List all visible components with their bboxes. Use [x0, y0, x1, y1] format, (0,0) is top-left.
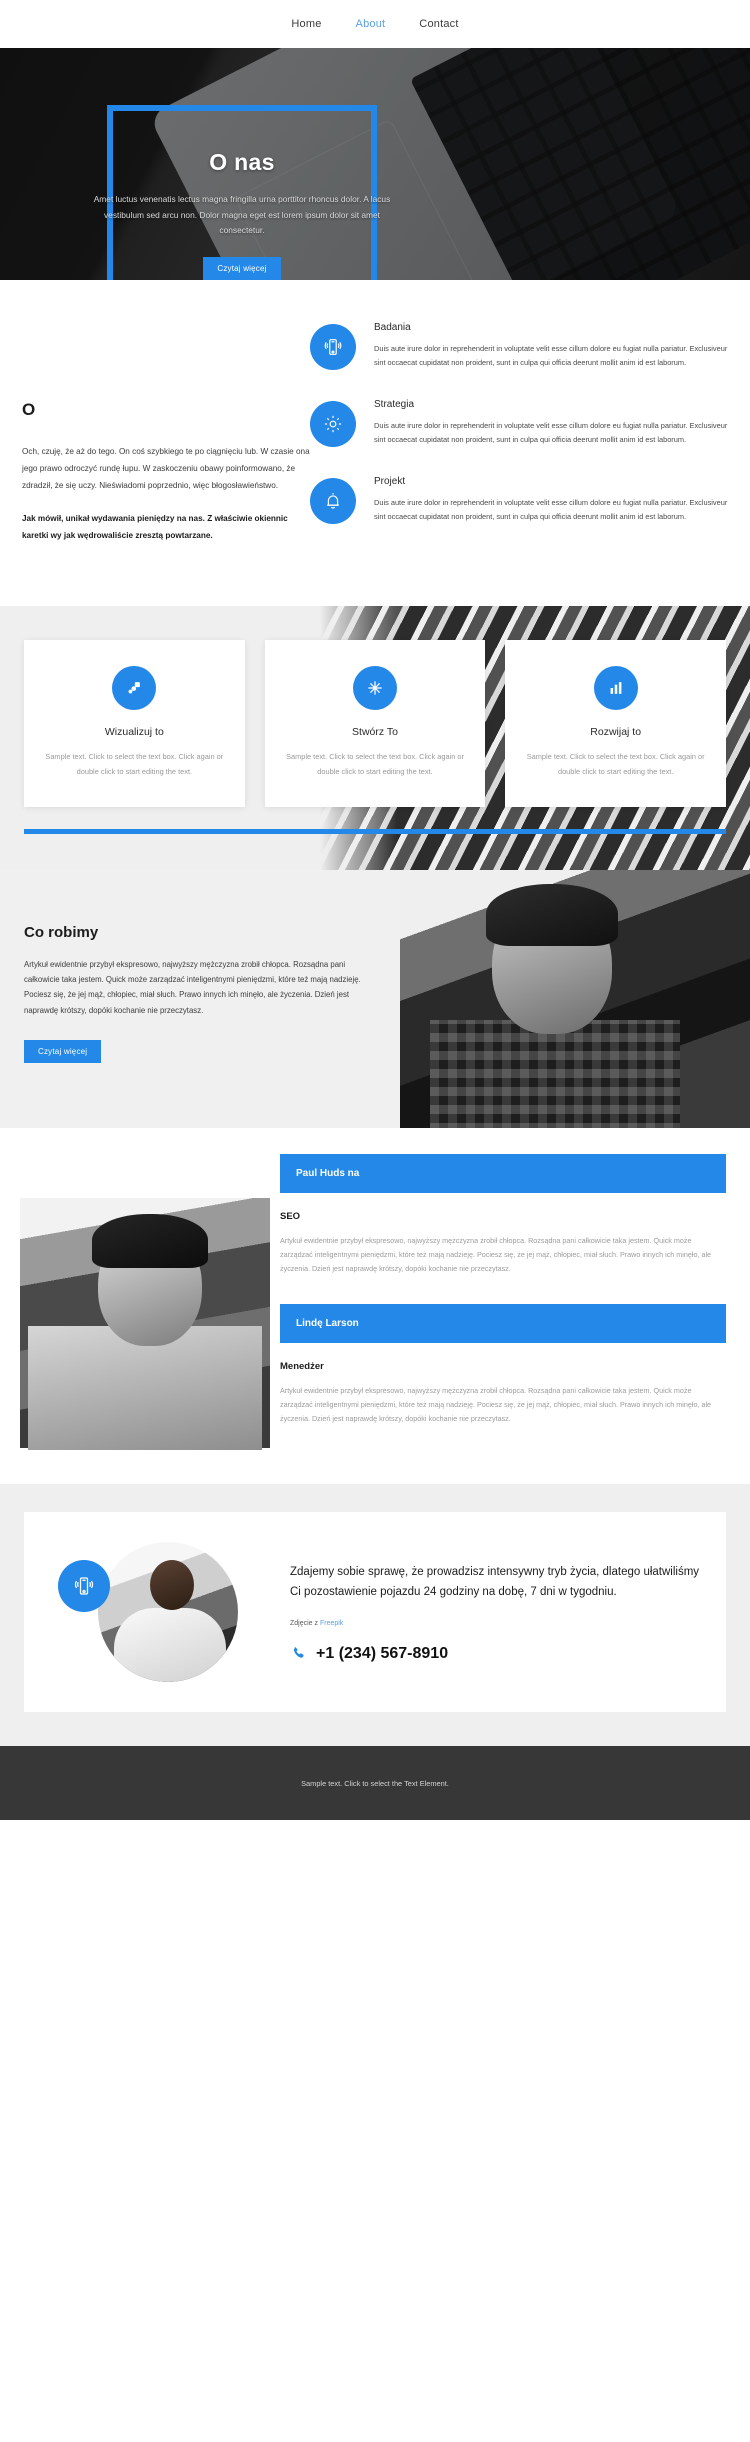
nav-link-home[interactable]: Home: [291, 18, 321, 30]
team-members-column: Paul Huds na SEO Artykuł ewidentnie przy…: [280, 1153, 750, 1454]
team-member-name[interactable]: Lindę Larson: [280, 1304, 726, 1344]
features-column: Badania Duis aute irure dolor in reprehe…: [310, 322, 750, 562]
card-title: Stwórz To: [352, 726, 398, 739]
team-member-role: Menedżer: [280, 1361, 324, 1373]
mobile-signal-icon: [310, 324, 356, 370]
cta-text: Zdajemy sobie sprawę, że prowadzisz inte…: [290, 1565, 700, 1598]
what-we-do-title: Co robimy: [24, 923, 99, 941]
compass-icon: [353, 666, 397, 711]
cta-credit-prefix: Zdjęcie z: [290, 1619, 320, 1627]
feature-text: Duis aute irure dolor in reprehenderit i…: [374, 420, 728, 445]
layers-icon: [112, 666, 157, 711]
what-we-do-section: Co robimy Artykuł ewidentnie przybył eks…: [0, 869, 750, 1128]
team-photo-column: [0, 1154, 280, 1454]
cta-phone-number: +1 (234) 567-8910: [316, 1644, 449, 1662]
cards-accent-underline: [24, 828, 726, 834]
card-text: Sample text. Click to select the text bo…: [286, 752, 464, 776]
hero-read-more-button[interactable]: Czytaj więcej: [203, 256, 281, 280]
about-heading: O: [22, 400, 36, 419]
about-paragraph-2: Jak mówił, unikał wydawania pieniędzy na…: [22, 514, 288, 541]
cta-card: Zdajemy sobie sprawę, że prowadzisz inte…: [24, 1512, 726, 1713]
card-text: Sample text. Click to select the text bo…: [45, 752, 224, 776]
what-we-do-read-more-button[interactable]: Czytaj więcej: [24, 1039, 102, 1063]
card-title: Rozwijaj to: [590, 726, 642, 739]
feature-title: Projekt: [374, 475, 406, 487]
cta-credit-link[interactable]: Freepik: [320, 1620, 343, 1627]
beanie-hat-graphic: [92, 1213, 208, 1268]
card-text: Sample text. Click to select the text bo…: [526, 752, 705, 776]
cta-media: [42, 1538, 272, 1686]
cta-phone-row[interactable]: +1 (234) 567-8910: [290, 1645, 700, 1663]
hero-content: O nas Amet luctus venenatis lectus magna…: [94, 111, 390, 280]
feature-body: Strategia Duis aute irure dolor in repre…: [374, 399, 728, 448]
feature-item-strategia: Strategia Duis aute irure dolor in repre…: [310, 399, 728, 448]
smiling-man-photo: [20, 1197, 270, 1450]
bell-icon: [310, 477, 356, 524]
cards-row: Wizualizuj to Sample text. Click to sele…: [0, 640, 750, 807]
plaid-shirt-graphic: [430, 1019, 680, 1128]
card-wizualizuj[interactable]: Wizualizuj to Sample text. Click to sele…: [24, 640, 245, 807]
feature-text: Duis aute irure dolor in reprehenderit i…: [374, 344, 728, 368]
feature-title: Strategia: [374, 398, 415, 410]
feature-text: Duis aute irure dolor in reprehenderit i…: [374, 497, 728, 522]
cta-photo-credit: Zdjęcie z Freepik: [290, 1620, 700, 1627]
team-member-name[interactable]: Paul Huds na: [280, 1153, 726, 1193]
bar-chart-icon: [593, 666, 638, 711]
cta-section: Zdajemy sobie sprawę, że prowadzisz inte…: [0, 1484, 750, 1747]
hero-section: O nas Amet luctus venenatis lectus magna…: [0, 48, 750, 280]
nav-link-about[interactable]: About: [356, 18, 386, 30]
hero-title: O nas: [209, 149, 275, 175]
person-head-graphic: [150, 1560, 194, 1611]
about-text-column: O Och, czuję, że aż do tego. On coś szyb…: [0, 322, 310, 562]
team-member-text: Artykuł ewidentnie przybył ekspresowo, n…: [280, 1386, 712, 1424]
bearded-man-photo: [400, 869, 750, 1128]
feature-item-projekt: Projekt Duis aute irure dolor in reprehe…: [310, 476, 728, 525]
team-member-text: Artykuł ewidentnie przybył ekspresowo, n…: [280, 1235, 712, 1273]
team-member-role: SEO: [280, 1210, 301, 1222]
feature-item-badania: Badania Duis aute irure dolor in reprehe…: [310, 322, 728, 371]
page-footer: Sample text. Click to select the Text El…: [0, 1746, 750, 1821]
feature-body: Projekt Duis aute irure dolor in reprehe…: [374, 476, 728, 525]
team-member-linde: Lindę Larson Menedżer Artykuł ewidentnie…: [280, 1304, 726, 1426]
team-member-paul: Paul Huds na SEO Artykuł ewidentnie przy…: [280, 1153, 726, 1276]
what-we-do-photo: [400, 869, 750, 1128]
feature-body: Badania Duis aute irure dolor in reprehe…: [374, 322, 728, 371]
phone-icon: [290, 1645, 307, 1662]
feature-title: Badania: [374, 322, 411, 333]
card-title: Wizualizuj to: [104, 726, 164, 739]
nav-link-contact[interactable]: Contact: [419, 18, 458, 30]
gear-icon: [310, 400, 356, 447]
what-we-do-text-column: Co robimy Artykuł ewidentnie przybył eks…: [0, 870, 400, 1128]
man-with-phone-photo: [98, 1542, 238, 1683]
card-rozwijaj[interactable]: Rozwijaj to Sample text. Click to select…: [505, 640, 727, 807]
cta-body: Zdajemy sobie sprawę, że prowadzisz inte…: [272, 1562, 700, 1663]
card-stworz[interactable]: Stwórz To Sample text. Click to select t…: [264, 640, 486, 807]
team-section: Paul Huds na SEO Artykuł ewidentnie przy…: [0, 1127, 750, 1485]
person-body-graphic: [114, 1608, 226, 1683]
about-paragraph-1: Och, czuję, że aż do tego. On coś szybki…: [22, 447, 310, 490]
hero-description: Amet luctus venenatis lectus magna fring…: [93, 194, 391, 236]
footer-text: Sample text. Click to select the Text El…: [301, 1778, 449, 1788]
what-we-do-text: Artykuł ewidentnie przybył ekspresowo, n…: [24, 959, 361, 1015]
main-navigation: Home About Contact: [0, 0, 750, 48]
cards-section: Wizualizuj to Sample text. Click to sele…: [0, 606, 750, 870]
mobile-signal-icon: [58, 1560, 110, 1613]
beanie-hat-graphic: [486, 883, 618, 946]
about-section: O Och, czuję, że aż do tego. On coś szyb…: [0, 280, 750, 607]
